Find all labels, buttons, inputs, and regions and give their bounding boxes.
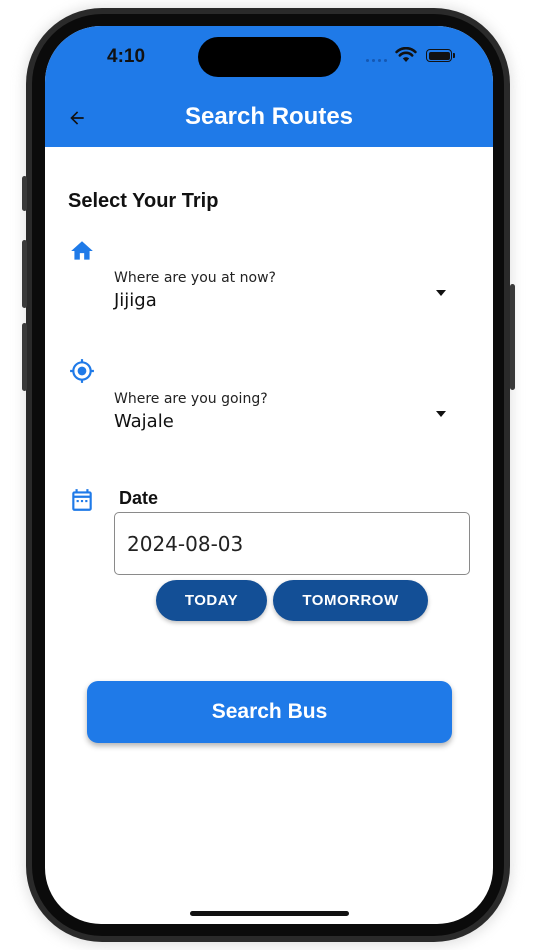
today-button[interactable]: TODAY	[156, 580, 267, 621]
home-indicator	[190, 911, 349, 916]
device-power-button	[510, 284, 515, 390]
origin-value: Jijiga	[114, 290, 157, 311]
status-time: 4:10	[107, 46, 146, 67]
device-volume-down	[22, 323, 27, 391]
date-label: Date	[119, 488, 159, 508]
destination-value: Wajale	[114, 411, 174, 432]
section-title: Select Your Trip	[68, 190, 219, 212]
destination-dropdown[interactable]: Where are you going? Wajale	[105, 383, 465, 439]
destination-label: Where are you going?	[114, 391, 268, 407]
calendar-icon[interactable]	[69, 487, 95, 513]
search-bus-button[interactable]: Search Bus	[87, 681, 452, 743]
app-screen: 4:10 Search Routes Select Your Trip Wher…	[45, 26, 493, 924]
device-volume-up	[22, 240, 27, 308]
wifi-icon	[395, 47, 417, 62]
app-bar: 4:10 Search Routes	[45, 26, 493, 147]
my-location-icon	[70, 359, 94, 383]
origin-label: Where are you at now?	[114, 270, 276, 286]
tomorrow-button[interactable]: TOMORROW	[273, 580, 428, 621]
destination-dropdown-arrow-icon	[436, 411, 446, 417]
device-mute-switch	[22, 176, 27, 211]
dynamic-island	[198, 37, 341, 77]
origin-dropdown[interactable]: Where are you at now? Jijiga	[105, 262, 465, 318]
battery-icon	[426, 49, 452, 62]
battery-tip	[453, 53, 455, 58]
signal-dots-icon	[366, 59, 387, 62]
page-title: Search Routes	[184, 103, 354, 130]
date-input[interactable]	[114, 512, 470, 575]
home-icon	[71, 241, 93, 260]
origin-dropdown-arrow-icon	[436, 290, 446, 296]
